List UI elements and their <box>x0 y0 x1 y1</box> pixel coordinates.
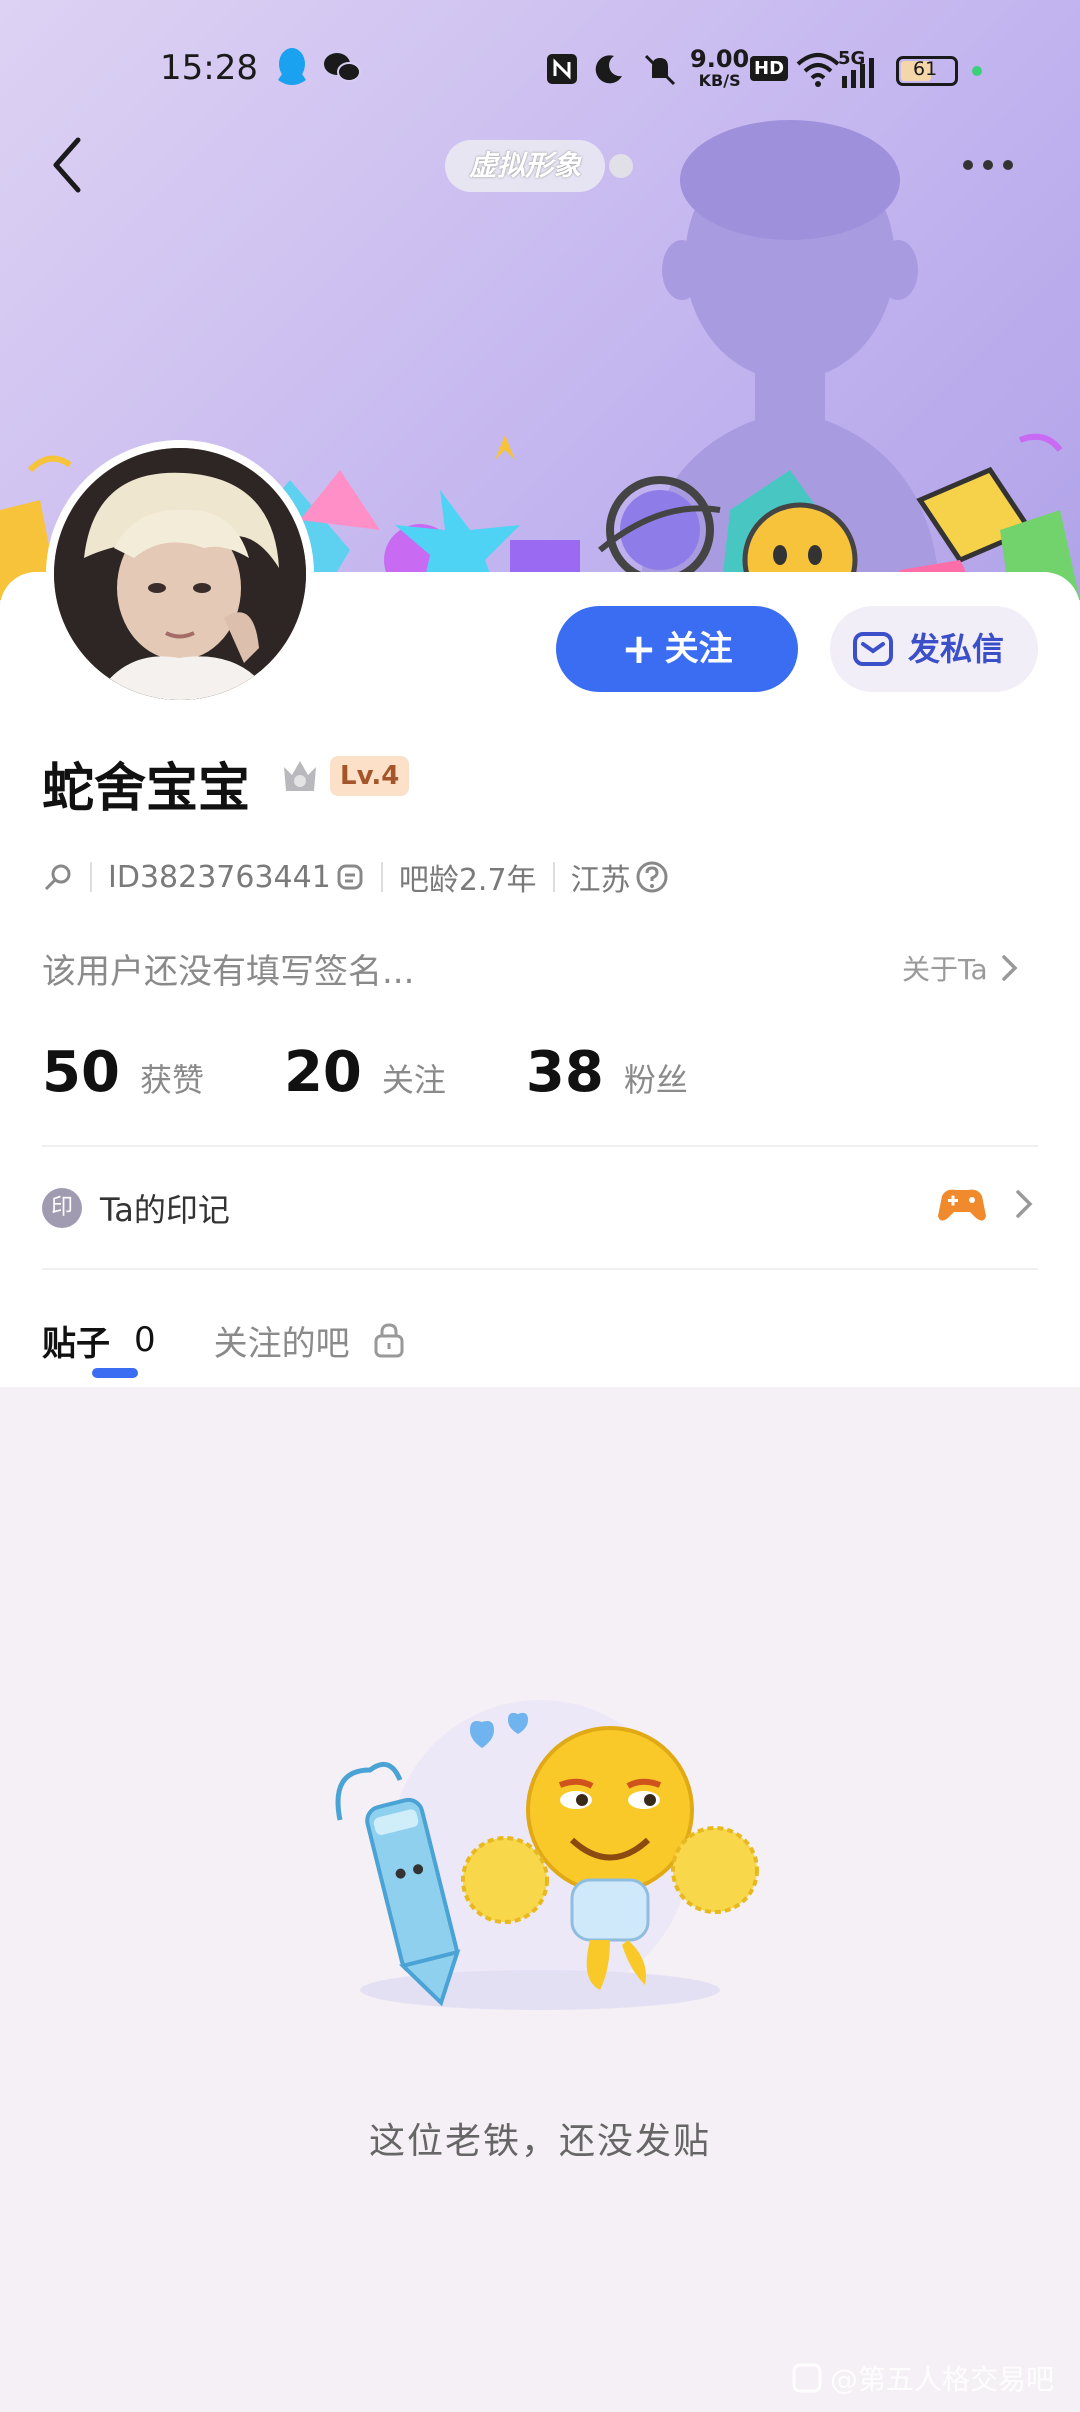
moon-icon <box>595 55 622 84</box>
stat-following[interactable]: 20 关注 <box>284 1040 446 1105</box>
back-arrow-icon[interactable] <box>40 130 100 200</box>
divider <box>42 1145 1038 1147</box>
imprint-label: Ta的印记 <box>100 1191 230 1229</box>
content-tabs: 贴子 0 关注的吧 <box>42 1305 464 1375</box>
qq-icon <box>278 48 306 85</box>
game-controller-icon <box>938 1189 986 1221</box>
imprint-entry[interactable] <box>936 1182 1038 1226</box>
signature: 该用户还没有填写签名... <box>42 952 415 992</box>
level-badge: Lv.4 <box>330 756 410 796</box>
avatar-photo <box>54 448 306 700</box>
chevron-right-icon <box>1016 1190 1033 1218</box>
follow-button[interactable]: + 关注 <box>556 606 798 692</box>
username: 蛇舍宝宝 <box>42 759 251 819</box>
empty-state-illustration <box>335 1700 759 2010</box>
chevron-right-icon <box>1001 955 1018 981</box>
network-speed: 9.00 KB/S <box>690 45 750 90</box>
tab-followed-bars[interactable]: 关注的吧 <box>214 1316 406 1365</box>
wechat-icon <box>324 53 361 82</box>
location: 江苏 <box>570 863 631 898</box>
battery-icon: 61 <box>896 56 958 86</box>
virtual-avatar-button[interactable]: 虚拟形象 <box>445 140 606 192</box>
watermark: @第五人格交易吧 <box>792 2358 1054 2398</box>
avatar-pill-dot <box>609 154 633 178</box>
meta-divider <box>552 862 555 892</box>
hd-badge: HD <box>750 56 789 81</box>
tab-active-indicator <box>92 1368 138 1378</box>
message-button[interactable]: 发私信 <box>830 606 1038 692</box>
meta-divider <box>380 862 383 892</box>
status-icons: 9.00 KB/S HD 5G 61 <box>540 46 1040 94</box>
watermark-logo-icon <box>792 2363 822 2393</box>
stats-row: 50 获赞 20 关注 38 粉丝 <box>42 1040 768 1105</box>
stat-followers[interactable]: 38 粉丝 <box>526 1040 688 1105</box>
lock-icon <box>374 1323 404 1358</box>
wifi-icon <box>796 53 840 87</box>
stat-likes[interactable]: 50 获赞 <box>42 1040 204 1105</box>
about-ta-link[interactable]: 关于Ta <box>902 948 1024 988</box>
meta-divider <box>90 862 92 892</box>
bar-age: 吧龄2.7年 <box>398 863 537 898</box>
help-icon[interactable] <box>635 860 669 894</box>
active-dot <box>972 66 982 76</box>
copy-icon[interactable] <box>335 862 365 892</box>
tab-posts[interactable]: 贴子 0 <box>42 1316 156 1365</box>
empty-state-message: 这位老铁，还没发贴 <box>368 2121 711 2162</box>
profile-meta: ID3823763441 吧龄2.7年 江苏 <box>42 855 669 899</box>
imprint-badge: 印 <box>42 1188 82 1228</box>
signal-icon <box>842 58 874 88</box>
avatar[interactable] <box>46 440 314 708</box>
status-bar: 15:28 9.00 KB/S HD 5G 61 <box>0 40 1080 100</box>
divider <box>42 1268 1038 1270</box>
crown-icon <box>284 761 316 791</box>
battery-level: 61 <box>913 58 938 80</box>
mail-icon <box>853 632 893 666</box>
more-options-icon[interactable] <box>960 150 1016 180</box>
status-time: 15:28 <box>160 48 258 88</box>
search-user-icon[interactable] <box>42 861 74 893</box>
plus-icon: + <box>621 624 657 673</box>
user-id: ID3823763441 <box>108 859 331 895</box>
imprint-row[interactable]: 印 Ta的印记 <box>42 1180 230 1236</box>
nfc-icon <box>547 54 577 84</box>
mute-icon <box>644 54 676 86</box>
